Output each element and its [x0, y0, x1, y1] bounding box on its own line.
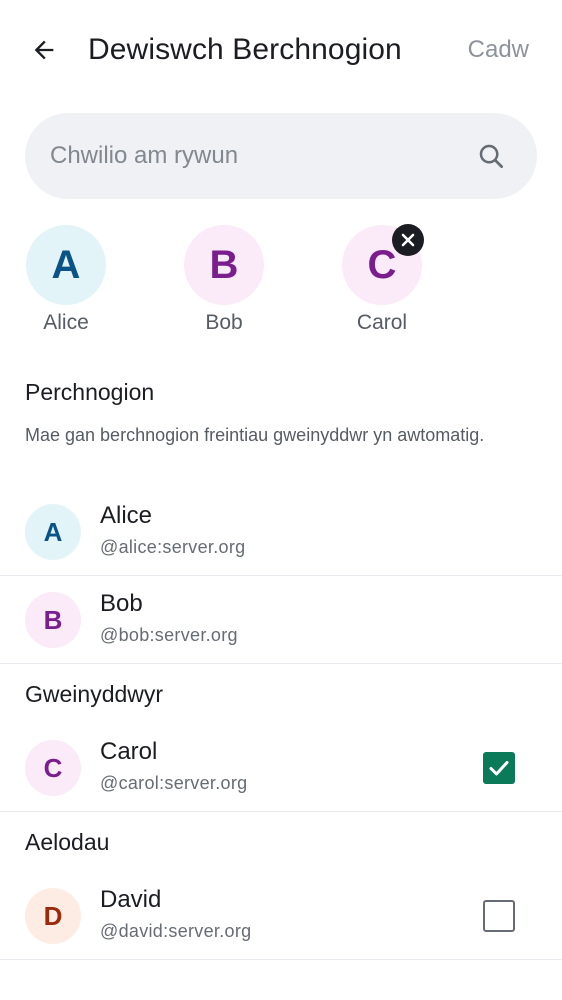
member-name: Carol [100, 738, 158, 765]
avatar-initial: A [51, 242, 81, 287]
avatar: C [342, 224, 424, 305]
member-handle: @carol:server.org [100, 773, 248, 793]
close-icon [401, 233, 415, 247]
selected-chip[interactable]: A Alice [6, 225, 126, 337]
avatar-initial: B [209, 242, 239, 287]
chip-name: Alice [43, 311, 89, 334]
checkmark-icon [489, 761, 509, 776]
admin-checkbox[interactable] [483, 900, 515, 932]
avatar-initial: D [43, 900, 63, 931]
section-header-admins: Gweinyddwyr [25, 681, 164, 707]
member-name: Bob [100, 590, 143, 617]
save-button[interactable]: Cadw [468, 32, 529, 68]
avatar: A [25, 504, 81, 560]
section-header-members: Aelodau [25, 829, 110, 855]
list-item[interactable]: B Bob @bob:server.org [0, 576, 562, 664]
avatar: B [25, 592, 81, 648]
member-handle: @david:server.org [100, 921, 252, 941]
section-description: Mae gan berchnogion freintiau gweinyddwr… [25, 425, 485, 445]
arrow-left-icon [34, 40, 54, 60]
top-app-bar: Dewiswch Berchnogion Cadw [0, 0, 562, 100]
remove-chip-button[interactable] [392, 224, 424, 256]
selected-chip[interactable]: B Bob [164, 225, 284, 337]
list-item[interactable]: D David @david:server.org [0, 872, 562, 960]
back-button[interactable] [22, 28, 66, 72]
avatar-initial: A [43, 516, 63, 547]
selected-users: A Alice B Bob C Carol [0, 224, 562, 340]
list-item[interactable]: A Alice @alice:server.org [0, 488, 562, 576]
member-name: Alice [100, 502, 153, 529]
avatar: A [26, 225, 106, 305]
search-input[interactable] [50, 142, 475, 170]
chip-name: Bob [205, 311, 243, 334]
search-field[interactable] [25, 113, 537, 199]
page-title: Dewiswch Berchnogion [88, 33, 402, 66]
avatar: B [184, 225, 264, 305]
admin-checkbox[interactable] [483, 752, 515, 784]
member-name: David [100, 886, 162, 913]
selected-chip[interactable]: C Carol [322, 224, 442, 337]
avatar-initial: B [43, 604, 63, 635]
chip-name: Carol [356, 311, 408, 334]
avatar: D [25, 888, 81, 944]
search-icon[interactable] [475, 140, 507, 172]
member-handle: @bob:server.org [100, 625, 238, 645]
avatar-initial: C [43, 752, 63, 783]
avatar-initial: C [367, 242, 397, 287]
avatar: C [25, 740, 81, 796]
section-header-owners: Perchnogion [25, 379, 155, 405]
list-item[interactable]: C Carol @carol:server.org [0, 724, 562, 812]
member-handle: @alice:server.org [100, 537, 246, 557]
